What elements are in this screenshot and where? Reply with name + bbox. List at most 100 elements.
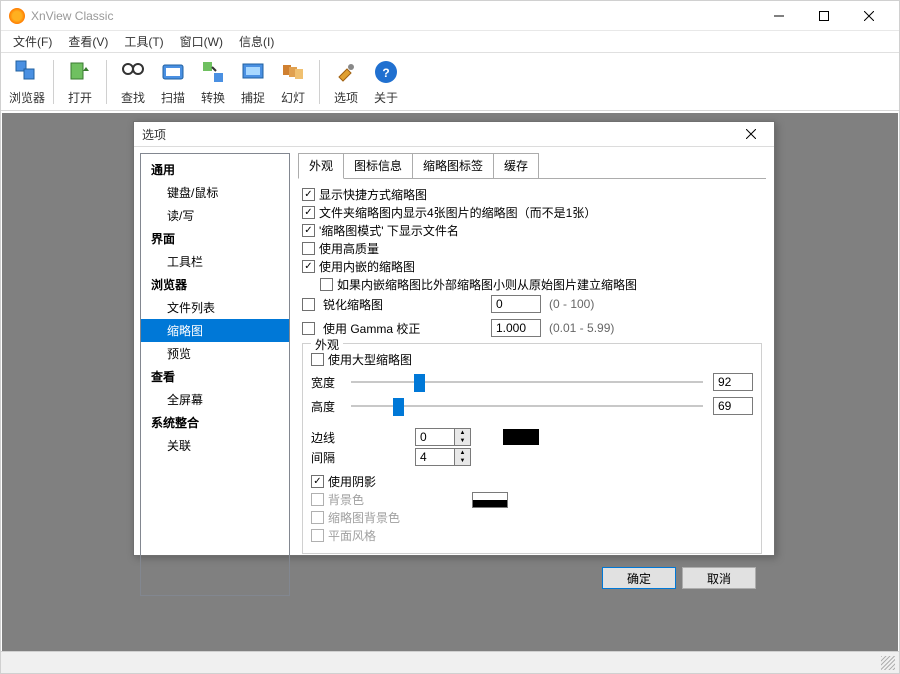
toolbar-label: 打开: [68, 89, 92, 106]
chk-large[interactable]: [311, 353, 324, 366]
tree-thumbnail[interactable]: 缩略图: [141, 319, 289, 342]
options-tree[interactable]: 通用 键盘/鼠标 读/写 界面 工具栏 浏览器 文件列表 缩略图 预览 查看 全…: [140, 153, 290, 596]
toolbar-capture[interactable]: 捕捉: [233, 55, 273, 109]
capture-icon: [239, 58, 267, 86]
toolbar-browser[interactable]: 浏览器: [7, 55, 47, 109]
chk-shortcut[interactable]: [302, 188, 315, 201]
menu-view[interactable]: 查看(V): [60, 31, 116, 52]
height-value[interactable]: 69: [713, 397, 753, 415]
spacing-spinner[interactable]: 4▲▼: [415, 448, 471, 466]
gamma-input[interactable]: 1.000: [491, 319, 541, 337]
tree-toolbar[interactable]: 工具栏: [141, 250, 289, 273]
toolbar-slideshow[interactable]: 幻灯: [273, 55, 313, 109]
chk-folder4[interactable]: [302, 206, 315, 219]
tab-appearance[interactable]: 外观: [298, 153, 344, 179]
chk-gamma[interactable]: [302, 322, 315, 335]
ok-button[interactable]: 确定: [602, 567, 676, 589]
menu-file[interactable]: 文件(F): [5, 31, 60, 52]
tree-view[interactable]: 查看: [141, 365, 289, 388]
chk-embedded[interactable]: [302, 260, 315, 273]
toolbar-options[interactable]: 选项: [326, 55, 366, 109]
tree-readwrite[interactable]: 读/写: [141, 204, 289, 227]
menu-info[interactable]: 信息(I): [231, 31, 282, 52]
lbl-folder4: 文件夹缩略图内显示4张图片的缩略图（而不是1张）: [319, 204, 596, 221]
chk-hq[interactable]: [302, 242, 315, 255]
chk-sharpen[interactable]: [302, 298, 315, 311]
window-title: XnView Classic: [31, 9, 756, 23]
options-dialog: 选项 通用 键盘/鼠标 读/写 界面 工具栏 浏览器 文件列表 缩略图 预览 查…: [133, 121, 775, 556]
spin-down-icon[interactable]: ▼: [455, 457, 470, 465]
chk-embedded-fallback[interactable]: [320, 278, 333, 291]
main-titlebar: XnView Classic: [1, 1, 899, 31]
toolbar-about[interactable]: ? 关于: [366, 55, 406, 109]
border-color-chip[interactable]: [503, 429, 539, 445]
toolbar-convert[interactable]: 转换: [193, 55, 233, 109]
convert-icon: [199, 58, 227, 86]
appearance-legend: 外观: [311, 336, 343, 353]
lbl-shadow: 使用阴影: [328, 473, 376, 490]
toolbar-open[interactable]: 打开: [60, 55, 100, 109]
open-icon: [66, 58, 94, 86]
main-toolbar: 浏览器 打开 查找 扫描 转换 捕捉 幻灯 选项 ? 关于: [1, 53, 899, 111]
find-icon: [119, 58, 147, 86]
close-button[interactable]: [846, 2, 891, 30]
tab-thumbtag[interactable]: 缩略图标签: [412, 153, 494, 178]
tab-cache[interactable]: 缓存: [493, 153, 539, 178]
tree-keyboard[interactable]: 键盘/鼠标: [141, 181, 289, 204]
lbl-flat: 平面风格: [328, 527, 376, 544]
tree-browser[interactable]: 浏览器: [141, 273, 289, 296]
bg-color-chip[interactable]: [472, 492, 508, 508]
tree-filelist[interactable]: 文件列表: [141, 296, 289, 319]
height-slider[interactable]: [351, 396, 703, 416]
lbl-large: 使用大型缩略图: [328, 351, 412, 368]
menubar: 文件(F) 查看(V) 工具(T) 窗口(W) 信息(I): [1, 31, 899, 53]
toolbar-scan[interactable]: 扫描: [153, 55, 193, 109]
gamma-hint: (0.01 - 5.99): [549, 321, 614, 335]
chk-thumbbg: [311, 511, 324, 524]
tree-integration[interactable]: 系统整合: [141, 411, 289, 434]
menu-window[interactable]: 窗口(W): [172, 31, 231, 52]
lbl-bgcolor: 背景色: [328, 491, 448, 508]
width-slider[interactable]: [351, 372, 703, 392]
dialog-title: 选项: [142, 126, 736, 143]
slideshow-icon: [279, 58, 307, 86]
toolbar-find[interactable]: 查找: [113, 55, 153, 109]
tree-fullscreen[interactable]: 全屏幕: [141, 388, 289, 411]
tree-interface[interactable]: 界面: [141, 227, 289, 250]
options-icon: [332, 58, 360, 86]
menu-tools[interactable]: 工具(T): [116, 31, 171, 52]
svg-text:?: ?: [382, 66, 389, 80]
dialog-close-button[interactable]: [736, 122, 766, 146]
toolbar-label: 选项: [334, 89, 358, 106]
chk-shadow[interactable]: [311, 475, 324, 488]
lbl-height: 高度: [311, 398, 341, 415]
tab-iconinfo[interactable]: 图标信息: [343, 153, 413, 178]
lbl-embedded-fallback: 如果内嵌缩略图比外部缩略图小则从原始图片建立缩略图: [337, 276, 637, 293]
toolbar-label: 浏览器: [9, 89, 45, 106]
width-value[interactable]: 92: [713, 373, 753, 391]
minimize-button[interactable]: [756, 2, 801, 30]
about-icon: ?: [372, 58, 400, 86]
lbl-filename: '缩略图模式' 下显示文件名: [319, 222, 459, 239]
lbl-width: 宽度: [311, 374, 341, 391]
tree-general[interactable]: 通用: [141, 158, 289, 181]
spin-up-icon[interactable]: ▲: [455, 429, 470, 437]
toolbar-label: 关于: [374, 89, 398, 106]
sharpen-input[interactable]: 0: [491, 295, 541, 313]
browser-icon: [13, 58, 41, 86]
toolbar-label: 扫描: [161, 89, 185, 106]
spin-down-icon[interactable]: ▼: [455, 437, 470, 445]
maximize-button[interactable]: [801, 2, 846, 30]
spin-up-icon[interactable]: ▲: [455, 449, 470, 457]
statusbar: [1, 651, 899, 673]
chk-filename[interactable]: [302, 224, 315, 237]
lbl-embedded: 使用内嵌的缩略图: [319, 258, 415, 275]
border-spinner[interactable]: 0▲▼: [415, 428, 471, 446]
tab-content: 显示快捷方式缩略图 文件夹缩略图内显示4张图片的缩略图（而不是1张） '缩略图模…: [298, 179, 766, 560]
tree-assoc[interactable]: 关联: [141, 434, 289, 457]
lbl-spacing: 间隔: [311, 449, 341, 466]
tree-preview[interactable]: 预览: [141, 342, 289, 365]
resize-grip-icon[interactable]: [881, 656, 895, 670]
cancel-button[interactable]: 取消: [682, 567, 756, 589]
dialog-titlebar[interactable]: 选项: [134, 122, 774, 147]
